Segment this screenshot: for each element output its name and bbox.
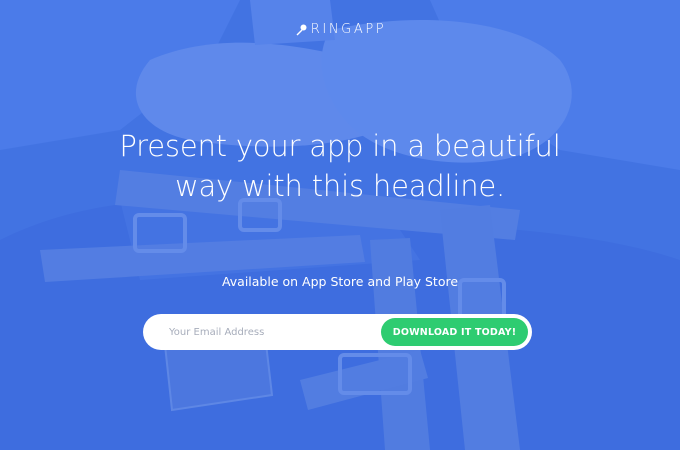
hero-headline: Present your app in a beautiful way with… [0, 126, 680, 206]
hero-section: RINGAPP Present your app in a beautiful … [0, 0, 680, 450]
email-signup-form: DOWNLOAD IT TODAY! [143, 314, 532, 350]
download-button[interactable]: DOWNLOAD IT TODAY! [381, 318, 528, 346]
microphone-icon [296, 24, 307, 35]
headline-line-2: way with this headline. [174, 169, 506, 203]
store-availability-text: Available on App Store and Play Store [221, 274, 459, 289]
headline-line-1: Present your app in a beautiful [119, 129, 561, 163]
brand-logo[interactable]: RINGAPP [0, 22, 680, 37]
color-overlay [0, 0, 680, 450]
email-input[interactable] [169, 314, 369, 350]
brand-name: RINGAPP [310, 22, 387, 37]
